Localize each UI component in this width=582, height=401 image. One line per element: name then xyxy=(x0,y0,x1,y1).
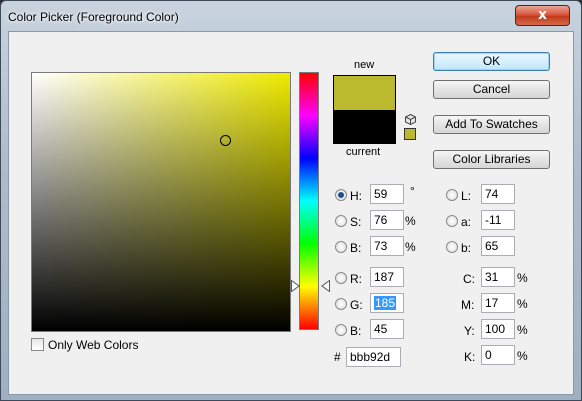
hue-unit: ° xyxy=(410,184,415,198)
current-color-swatch[interactable] xyxy=(333,110,396,144)
green-label: G: xyxy=(350,298,363,312)
brightness-radio[interactable] xyxy=(335,241,347,253)
green-input[interactable]: 185 xyxy=(370,293,404,313)
web-safe-color-swatch[interactable] xyxy=(404,128,416,140)
blue-label: B: xyxy=(350,324,362,338)
black-input[interactable]: 0 xyxy=(481,345,515,365)
magenta-input[interactable]: 17 xyxy=(481,293,515,313)
color-libraries-button[interactable]: Color Libraries xyxy=(433,150,550,169)
out-of-web-gamut-cube-icon[interactable] xyxy=(405,114,416,125)
lab-a-label: a: xyxy=(461,215,472,229)
red-radio[interactable] xyxy=(335,272,347,284)
lab-a-input[interactable]: -11 xyxy=(481,210,515,230)
green-radio[interactable] xyxy=(335,298,347,310)
dialog-client-area: new current OK Cancel Add To Swatches Co… xyxy=(8,31,574,395)
magenta-label: M: xyxy=(461,298,475,312)
lab-b-radio[interactable] xyxy=(446,241,458,253)
color-field[interactable] xyxy=(31,72,291,332)
lab-a-radio[interactable] xyxy=(446,215,458,227)
lab-l-radio[interactable] xyxy=(446,189,458,201)
red-label: R: xyxy=(350,272,362,286)
lab-l-label: L: xyxy=(461,189,472,203)
ok-button[interactable]: OK xyxy=(433,52,550,71)
color-field-cursor[interactable] xyxy=(220,135,231,146)
cyan-label: C: xyxy=(463,272,475,286)
yellow-label: Y: xyxy=(464,324,475,338)
black-unit: % xyxy=(517,349,528,363)
hue-label: H: xyxy=(350,189,362,203)
red-input[interactable]: 187 xyxy=(370,267,404,287)
lab-l-input[interactable]: 74 xyxy=(481,184,515,204)
close-button[interactable]: x xyxy=(515,5,570,26)
hue-slider-left-arrow-icon[interactable] xyxy=(291,280,300,292)
new-color-swatch xyxy=(333,75,396,110)
add-to-swatches-button[interactable]: Add To Swatches xyxy=(433,115,550,134)
lab-b-label: b: xyxy=(461,241,472,255)
color-picker-window: Color Picker (Foreground Color) x new cu… xyxy=(0,0,582,401)
hue-slider[interactable] xyxy=(299,72,319,330)
black-label: K: xyxy=(464,350,476,364)
lab-b-input[interactable]: 65 xyxy=(481,236,515,256)
cyan-input[interactable]: 31 xyxy=(481,267,515,287)
hue-slider-right-arrow-icon[interactable] xyxy=(321,280,330,292)
saturation-input[interactable]: 76 xyxy=(370,210,404,230)
hex-input[interactable]: bbb92d xyxy=(346,347,401,367)
cyan-unit: % xyxy=(517,271,528,285)
title-bar[interactable]: Color Picker (Foreground Color) x xyxy=(1,1,581,31)
hue-radio[interactable] xyxy=(335,189,347,201)
saturation-unit: % xyxy=(405,214,416,228)
brightness-input[interactable]: 73 xyxy=(370,236,404,256)
current-color-label: current xyxy=(346,146,381,158)
only-web-colors-label[interactable]: Only Web Colors xyxy=(48,338,138,352)
yellow-input[interactable]: 100 xyxy=(481,319,515,339)
green-input-selection: 185 xyxy=(374,296,397,310)
hex-label: # xyxy=(334,350,341,364)
yellow-unit: % xyxy=(517,323,528,337)
hue-input[interactable]: 59 xyxy=(370,184,404,204)
saturation-radio[interactable] xyxy=(335,215,347,227)
blue-input[interactable]: 45 xyxy=(370,319,404,339)
magenta-unit: % xyxy=(517,297,528,311)
new-color-label: new xyxy=(354,59,375,71)
blue-radio[interactable] xyxy=(335,324,347,336)
saturation-label: S: xyxy=(350,215,362,229)
window-title: Color Picker (Foreground Color) xyxy=(8,10,179,24)
brightness-label: B: xyxy=(350,241,362,255)
brightness-unit: % xyxy=(405,240,416,254)
cancel-button[interactable]: Cancel xyxy=(433,80,550,99)
only-web-colors-checkbox[interactable] xyxy=(31,338,44,351)
